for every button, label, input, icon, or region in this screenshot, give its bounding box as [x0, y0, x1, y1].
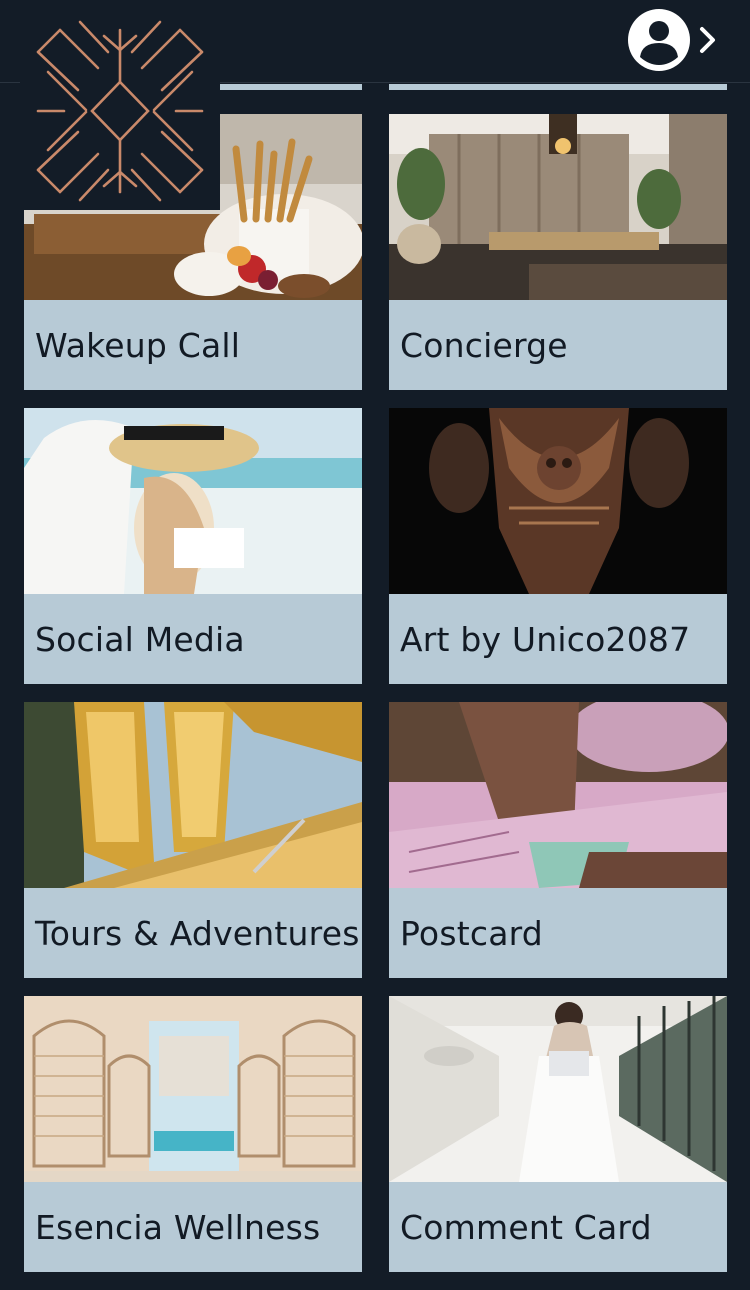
profile-button[interactable]	[626, 7, 722, 73]
tile-tours-adventures[interactable]: Tours & Adventures	[24, 702, 362, 978]
tile-comment-card[interactable]: Comment Card	[389, 996, 727, 1272]
tile-label: Concierge	[400, 325, 568, 365]
chevron-right-icon	[700, 27, 715, 53]
tile-label: Tours & Adventures	[35, 913, 360, 953]
tile-concierge[interactable]: Concierge	[389, 114, 727, 390]
tile-art[interactable]: Art by Unico2087	[389, 408, 727, 684]
tile-label: Comment Card	[400, 1207, 652, 1247]
tile-esencia-wellness[interactable]: Esencia Wellness	[24, 996, 362, 1272]
hanging-chairs-spa-photo	[24, 996, 362, 1182]
tile-label: Wakeup Call	[35, 325, 241, 365]
wooden-sculpture-photo	[389, 408, 727, 594]
tile-social-media[interactable]: Social Media	[24, 408, 362, 684]
white-dress-woman-photo	[389, 996, 727, 1182]
yellow-canoes-photo	[24, 702, 362, 888]
tile-label: Esencia Wellness	[35, 1207, 321, 1247]
tile-label: Art by Unico2087	[400, 619, 691, 659]
embroidery-hands-photo	[389, 702, 727, 888]
resort-logo[interactable]	[20, 12, 220, 210]
tile-postcard[interactable]: Postcard	[389, 702, 727, 978]
beach-hat-woman-photo	[24, 408, 362, 594]
previous-row-edge-right	[389, 84, 727, 90]
user-circle-icon	[628, 9, 690, 71]
tile-label: Social Media	[35, 619, 245, 659]
logo-mark-icon	[36, 20, 204, 202]
lobby-lounge-photo	[389, 114, 727, 300]
tile-label: Postcard	[400, 913, 543, 953]
